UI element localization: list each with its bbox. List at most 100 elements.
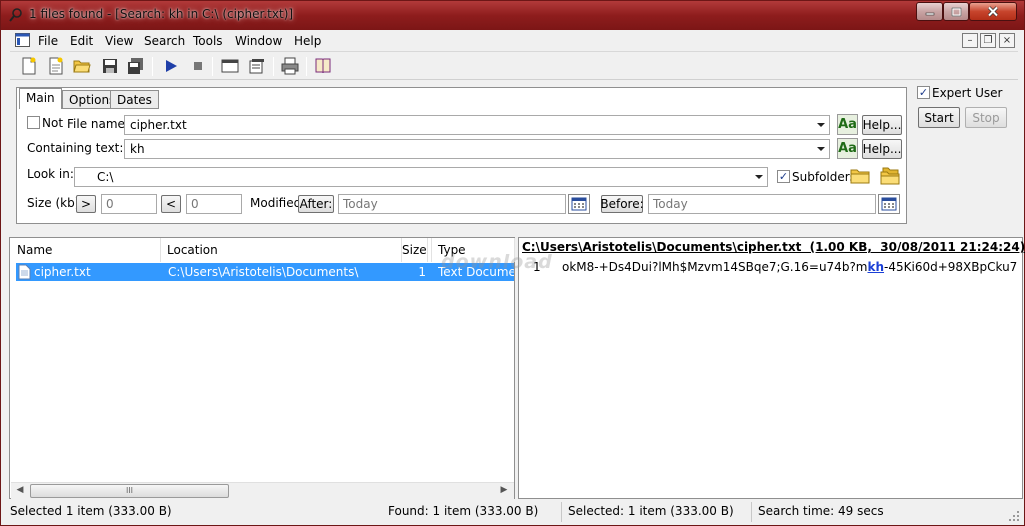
toolbar-separator xyxy=(152,57,153,76)
folders-icon xyxy=(880,167,900,185)
close-button[interactable] xyxy=(969,2,1017,21)
preview-pane: C:\Users\Aristotelis\Documents\cipher.tx… xyxy=(518,237,1025,499)
app-window: 1 files found - [Search: kh in C:\ (ciph… xyxy=(0,0,1025,526)
text-help-button[interactable]: Help... xyxy=(862,139,902,159)
dropdown-arrow-icon[interactable] xyxy=(817,147,825,151)
preview-text-before: okM8-+Ds4Dui?lMh$Mzvm14SBqe7;G.16=u74b?m xyxy=(562,260,868,274)
print-button[interactable] xyxy=(280,56,300,76)
menu-window[interactable]: Window xyxy=(235,34,282,48)
size-less-button[interactable]: < xyxy=(161,195,181,213)
save-button[interactable] xyxy=(100,56,120,76)
save-all-icon xyxy=(128,58,143,74)
new-search-button[interactable] xyxy=(46,56,66,76)
status-found: Found: 1 item (333.00 B) xyxy=(388,504,539,518)
stop-icon xyxy=(194,62,202,70)
stop-search-button[interactable] xyxy=(188,56,208,76)
help-book-button[interactable] xyxy=(313,56,333,76)
minimize-button[interactable] xyxy=(916,2,943,21)
before-calendar-button[interactable] xyxy=(878,194,900,214)
dropdown-arrow-icon[interactable] xyxy=(755,175,763,179)
not-checkbox[interactable] xyxy=(27,116,40,129)
menu-search[interactable]: Search xyxy=(144,34,185,48)
save-all-button[interactable] xyxy=(126,56,146,76)
mdi-minimize-button[interactable]: – xyxy=(962,33,978,48)
start-button[interactable]: Start xyxy=(918,107,960,128)
after-button[interactable]: After: xyxy=(298,195,334,213)
menu-edit[interactable]: Edit xyxy=(70,34,93,48)
column-header-location[interactable]: Location xyxy=(161,238,402,262)
tab-main[interactable]: Main xyxy=(19,88,62,109)
menu-help[interactable]: Help xyxy=(294,34,321,48)
file-name-label: File name: xyxy=(67,117,129,131)
expert-user-label: Expert User xyxy=(932,86,1003,100)
properties-icon xyxy=(249,59,264,74)
window-icon xyxy=(221,59,239,73)
menu-bar: File Edit View Search Tools Window Help … xyxy=(10,30,1018,52)
browse-folder-button[interactable] xyxy=(849,165,871,187)
preview-file-header: C:\Users\Aristotelis\Documents\cipher.tx… xyxy=(522,240,1025,254)
case-sensitive-text-button[interactable]: Aa xyxy=(837,138,858,159)
column-header-name[interactable]: Name xyxy=(10,238,161,262)
containing-text-value: kh xyxy=(130,142,145,156)
app-magnifier-icon xyxy=(9,8,22,22)
properties-button[interactable] xyxy=(247,56,267,76)
menu-file[interactable]: File xyxy=(38,34,58,48)
minimize-icon: – xyxy=(967,35,973,46)
before-button[interactable]: Before: xyxy=(600,195,644,213)
close-icon xyxy=(987,6,999,17)
filename-help-button[interactable]: Help... xyxy=(862,115,902,135)
stop-button[interactable]: Stop xyxy=(965,107,1007,128)
new-document-icon xyxy=(22,57,36,75)
scroll-right-arrow-icon[interactable]: ▶ xyxy=(497,485,511,497)
mdi-close-button[interactable]: × xyxy=(999,33,1015,48)
modified-label: Modified: xyxy=(250,196,306,210)
row-name: cipher.txt xyxy=(34,265,91,279)
before-date-input[interactable]: Today xyxy=(648,194,876,214)
menu-tools[interactable]: Tools xyxy=(193,34,223,48)
window-title: 1 files found - [Search: kh in C:\ (ciph… xyxy=(29,7,294,21)
save-disk-icon xyxy=(103,59,117,73)
size-greater-button[interactable]: > xyxy=(76,195,96,213)
file-name-value: cipher.txt xyxy=(130,118,187,132)
row-size: 1 KB xyxy=(409,265,426,293)
containing-text-combo[interactable]: kh xyxy=(124,139,830,159)
new-button[interactable] xyxy=(19,56,39,76)
folder-icon xyxy=(850,169,870,184)
open-folder-icon xyxy=(73,60,91,73)
subfolders-checkbox[interactable]: ✓ xyxy=(777,170,790,183)
browse-multiple-folders-button[interactable] xyxy=(879,165,901,187)
document-window-icon[interactable] xyxy=(15,33,30,47)
open-button[interactable] xyxy=(72,56,92,76)
size-max-input[interactable]: 0 xyxy=(186,194,242,214)
column-header-size[interactable]: Size xyxy=(402,238,428,262)
start-search-button[interactable] xyxy=(161,56,181,76)
menu-view[interactable]: View xyxy=(105,34,133,48)
file-name-combo[interactable]: cipher.txt xyxy=(124,115,830,135)
look-in-combo[interactable]: C:\ xyxy=(74,167,768,187)
mdi-restore-button[interactable]: ❐ xyxy=(980,33,996,48)
title-bar[interactable]: 1 files found - [Search: kh in C:\ (ciph… xyxy=(1,1,1024,30)
after-calendar-button[interactable] xyxy=(568,194,590,214)
expert-user-checkbox[interactable]: ✓ xyxy=(917,86,930,99)
horizontal-scrollbar[interactable]: ◀ III ▶ xyxy=(11,482,514,499)
status-bar: Selected 1 item (333.00 B) Found: 1 item… xyxy=(1,501,1024,526)
scrollbar-thumb[interactable]: III xyxy=(30,484,229,498)
search-criteria-panel: Main Options Dates Not File name: cipher… xyxy=(16,87,907,224)
play-icon xyxy=(166,60,177,72)
maximize-button[interactable] xyxy=(943,2,969,21)
size-label: Size (kb): xyxy=(27,196,84,210)
look-in-label: Look in: xyxy=(27,167,74,181)
after-date-input[interactable]: Today xyxy=(338,194,566,214)
case-sensitive-filename-button[interactable]: Aa xyxy=(837,114,858,135)
table-row[interactable]: cipher.txt C:\Users\Aristotelis\Document… xyxy=(16,263,514,293)
window-button[interactable] xyxy=(220,56,240,76)
calendar-icon xyxy=(571,197,587,211)
resize-grip-icon[interactable] xyxy=(1007,509,1021,523)
scroll-left-arrow-icon[interactable]: ◀ xyxy=(13,485,27,497)
tab-dates[interactable]: Dates xyxy=(110,90,159,109)
status-search-time: Search time: 49 secs xyxy=(758,504,884,518)
dropdown-arrow-icon[interactable] xyxy=(817,123,825,127)
size-min-input[interactable]: 0 xyxy=(101,194,157,214)
status-separator xyxy=(751,502,752,522)
containing-text-label: Containing text: xyxy=(27,141,124,155)
